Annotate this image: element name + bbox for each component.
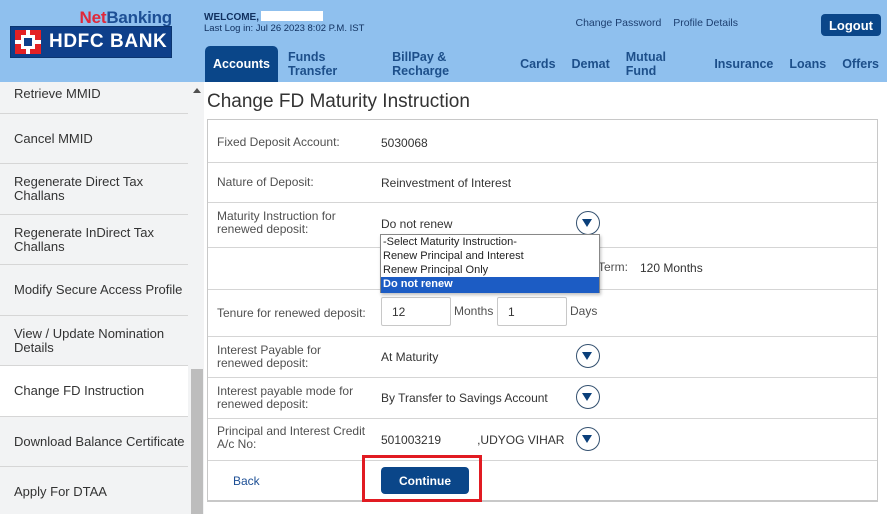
- tenure-months-input[interactable]: 12: [381, 297, 451, 326]
- sidebar: Retrieve MMID Cancel MMID Regenerate Dir…: [0, 82, 190, 514]
- sidebar-item-retrieve-mmid[interactable]: Retrieve MMID: [0, 82, 188, 114]
- tab-mutual-fund[interactable]: Mutual Fund: [618, 46, 707, 82]
- tab-billpay-recharge[interactable]: BillPay & Recharge: [384, 46, 512, 82]
- option-select-placeholder[interactable]: -Select Maturity Instruction-: [381, 235, 599, 249]
- interest-mode-select[interactable]: By Transfer to Savings Account: [381, 391, 548, 405]
- header: NetBanking HDFC BANK WELCOME, Last Log i…: [0, 0, 887, 82]
- option-renew-principal-only[interactable]: Renew Principal Only: [381, 263, 599, 277]
- chevron-down-icon[interactable]: [576, 344, 600, 368]
- scrollbar-thumb[interactable]: [191, 369, 203, 514]
- sidebar-item-regenerate-indirect-tax[interactable]: Regenerate InDirect Tax Challans: [0, 215, 188, 265]
- fd-account-value: 5030068: [381, 136, 468, 150]
- masked-digits: [441, 435, 478, 444]
- tab-cards[interactable]: Cards: [512, 46, 563, 82]
- nature-value: Reinvestment of Interest: [381, 176, 512, 190]
- maturity-instruction-label: Maturity Instruction for renewed deposit…: [217, 209, 336, 236]
- sidebar-item-apply-dtaa[interactable]: Apply For DTAA: [0, 467, 188, 514]
- tenure-label: Tenure for renewed deposit:: [217, 306, 366, 320]
- sidebar-item-change-fd-instruction[interactable]: Change FD Instruction: [0, 366, 188, 417]
- welcome-text: WELCOME,: [204, 11, 323, 23]
- interest-payable-label: Interest Payable for renewed deposit:: [217, 343, 322, 370]
- tab-accounts[interactable]: Accounts: [205, 46, 278, 82]
- last-login: Last Log in: Jul 26 2023 8:02 P.M. IST: [204, 23, 365, 34]
- chevron-down-icon[interactable]: [576, 211, 600, 235]
- tenure-days-input[interactable]: 1: [497, 297, 567, 326]
- masked-digits: [427, 138, 468, 147]
- chevron-down-icon[interactable]: [576, 385, 600, 409]
- term-value: 120 Months: [640, 261, 703, 275]
- row-interest-payable: Interest Payable for renewed deposit: At…: [208, 337, 877, 378]
- row-interest-mode: Interest payable mode for renewed deposi…: [208, 378, 877, 419]
- welcome-label: WELCOME,: [204, 12, 259, 23]
- page-title: Change FD Maturity Instruction: [207, 91, 470, 112]
- credit-account-prefix: 501003219: [381, 433, 442, 447]
- maturity-instruction-dropdown[interactable]: -Select Maturity Instruction- Renew Prin…: [380, 234, 600, 293]
- sidebar-item-modify-secure-access[interactable]: Modify Secure Access Profile: [0, 265, 188, 316]
- credit-account-select[interactable]: 501003219 ,UDYOG VIHAR: [381, 433, 564, 447]
- netbanking-wordmark: NetBanking: [79, 8, 173, 28]
- tab-loans[interactable]: Loans: [781, 46, 834, 82]
- netbanking-net: Net: [79, 8, 107, 27]
- sidebar-item-regenerate-direct-tax[interactable]: Regenerate Direct Tax Challans: [0, 164, 188, 215]
- hdfc-logo[interactable]: HDFC BANK: [10, 26, 172, 58]
- scroll-up-arrow-icon[interactable]: [193, 88, 201, 93]
- tab-demat[interactable]: Demat: [564, 46, 618, 82]
- tab-funds-transfer[interactable]: Funds Transfer: [280, 46, 384, 82]
- option-do-not-renew[interactable]: Do not renew: [381, 277, 599, 293]
- nature-label: Nature of Deposit:: [217, 175, 314, 189]
- sidebar-item-download-balance-certificate[interactable]: Download Balance Certificate: [0, 417, 188, 467]
- fd-account-label: Fixed Deposit Account:: [217, 135, 340, 149]
- months-unit: Months: [454, 304, 494, 318]
- logo-text: HDFC BANK: [49, 31, 168, 52]
- main-nav: Accounts Funds Transfer BillPay & Rechar…: [205, 46, 887, 82]
- change-password-link[interactable]: Change Password: [575, 17, 661, 29]
- netbanking-banking: Banking: [106, 8, 172, 27]
- row-tenure: Tenure for renewed deposit: 12 Months 1 …: [208, 290, 877, 337]
- row-nature-of-deposit: Nature of Deposit: Reinvestment of Inter…: [208, 163, 877, 203]
- profile-details-link[interactable]: Profile Details: [673, 17, 738, 29]
- credit-account-branch: ,UDYOG VIHAR: [477, 433, 565, 447]
- term-label: Term:: [598, 260, 628, 274]
- sidebar-scrollbar[interactable]: [190, 82, 204, 514]
- maturity-instruction-select[interactable]: Do not renew: [381, 217, 452, 231]
- continue-button[interactable]: Continue: [381, 467, 469, 494]
- logout-button[interactable]: Logout: [821, 14, 881, 36]
- row-fd-account: Fixed Deposit Account: 5030068: [208, 120, 877, 163]
- chevron-down-icon[interactable]: [576, 427, 600, 451]
- option-renew-principal-interest[interactable]: Renew Principal and Interest: [381, 249, 599, 263]
- top-links: Change Password Profile Details: [566, 17, 738, 29]
- days-unit: Days: [570, 304, 598, 318]
- fd-instruction-form: Fixed Deposit Account: 5030068 Nature of…: [207, 119, 878, 502]
- fd-account-number: 5030068: [381, 136, 428, 150]
- tab-offers[interactable]: Offers: [834, 46, 887, 82]
- row-credit-account: Principal and Interest Credit A/c No: 50…: [208, 419, 877, 461]
- interest-mode-label: Interest payable mode for renewed deposi…: [217, 384, 354, 411]
- back-link[interactable]: Back: [233, 474, 260, 488]
- tab-insurance[interactable]: Insurance: [706, 46, 781, 82]
- masked-username: [261, 11, 323, 21]
- sidebar-item-nomination-details[interactable]: View / Update Nomination Details: [0, 316, 188, 366]
- hdfc-logo-icon: [15, 30, 41, 54]
- sidebar-item-cancel-mmid[interactable]: Cancel MMID: [0, 114, 188, 164]
- interest-payable-select[interactable]: At Maturity: [381, 350, 438, 364]
- credit-account-label: Principal and Interest Credit A/c No:: [217, 424, 366, 451]
